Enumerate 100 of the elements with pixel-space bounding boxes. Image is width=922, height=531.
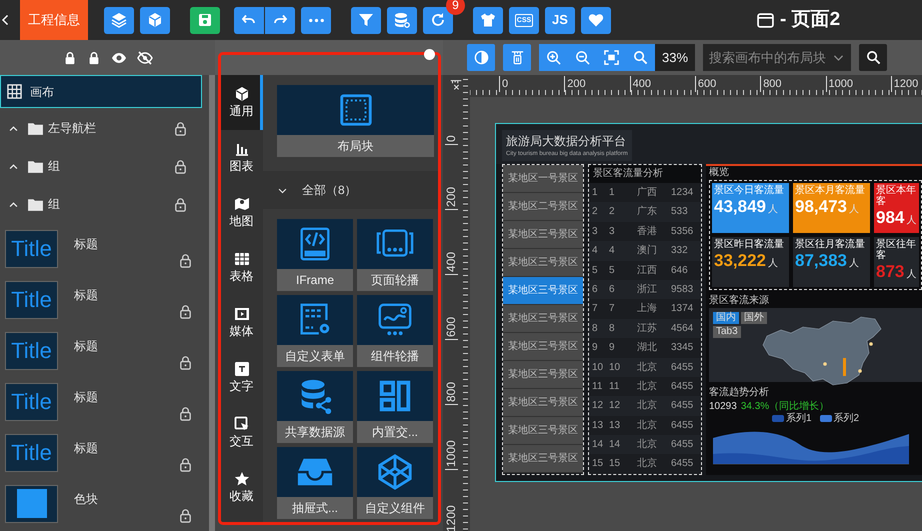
- scenic-spot-item[interactable]: 某地区一号景区: [503, 165, 583, 193]
- map-tab[interactable]: 国外: [741, 312, 767, 324]
- category-tab[interactable]: 文字: [220, 350, 263, 405]
- ruler-label: 600: [694, 76, 716, 92]
- filter-button[interactable]: [351, 6, 381, 34]
- block-search-select[interactable]: 搜索画布中的布局块: [703, 44, 851, 71]
- ruler-label: 400: [630, 76, 651, 92]
- layer-item[interactable]: Title 标题: [0, 274, 202, 325]
- layer-item[interactable]: Title 标题: [0, 325, 202, 376]
- table-cell-text: 6455: [671, 457, 694, 472]
- layers-button[interactable]: [104, 6, 134, 34]
- category-tab[interactable]: 表格: [220, 240, 263, 295]
- cube-button[interactable]: [140, 6, 170, 34]
- lock-button[interactable]: [63, 50, 77, 64]
- wireframe-cube-icon: [376, 453, 414, 491]
- lock-icon: [178, 355, 193, 370]
- category-tab[interactable]: 通用: [220, 75, 263, 130]
- theme-button[interactable]: [473, 6, 503, 34]
- lock-button[interactable]: [87, 50, 101, 64]
- table-cell-text: 北京: [637, 456, 658, 472]
- film-icon: [234, 306, 250, 322]
- table-cell-text: 11: [591, 380, 604, 394]
- database-button[interactable]: [387, 6, 417, 34]
- stat-unit: 人: [768, 204, 778, 215]
- undo-button[interactable]: [234, 6, 264, 34]
- save-button[interactable]: [190, 6, 220, 34]
- layer-item[interactable]: 组: [0, 147, 202, 185]
- scenic-spot-item[interactable]: 某地区三号景区: [503, 305, 583, 333]
- favorite-button[interactable]: [581, 6, 611, 34]
- stat-unit: 人: [768, 258, 778, 269]
- clear-guides-button[interactable]: [503, 44, 531, 71]
- scenic-spot-item[interactable]: 某地区三号景区: [503, 417, 583, 445]
- scenic-spot-item[interactable]: 某地区三号景区: [503, 389, 583, 417]
- stat-value: 43,849: [714, 197, 766, 216]
- scenic-spot-item[interactable]: 某地区三号景区: [503, 333, 583, 361]
- map-tab[interactable]: Tab3: [713, 326, 741, 338]
- scenic-spot-item[interactable]: 某地区三号景区: [503, 277, 583, 305]
- layer-item[interactable]: 组: [0, 185, 202, 223]
- hide-button[interactable]: [137, 50, 153, 66]
- table-cell-text: 6: [609, 282, 616, 297]
- table-cell-text: 2: [591, 205, 599, 220]
- refresh-button[interactable]: [423, 6, 453, 34]
- search-button[interactable]: [859, 44, 887, 71]
- lock-icon: [178, 253, 193, 268]
- section-header[interactable]: 全部（8）: [263, 171, 440, 209]
- more-button[interactable]: [301, 6, 331, 34]
- scenic-spot-item[interactable]: 某地区三号景区: [503, 445, 583, 473]
- layer-item[interactable]: Title 标题: [0, 376, 202, 427]
- scenic-spot-item[interactable]: 某地区三号景区: [503, 221, 583, 249]
- layer-item[interactable]: 左导航栏: [0, 109, 202, 147]
- project-info-tab[interactable]: 工程信息: [20, 0, 88, 40]
- category-tab[interactable]: 收藏: [220, 460, 263, 515]
- scenic-spot-item[interactable]: 某地区三号景区: [503, 249, 583, 277]
- layer-item[interactable]: Title 标题: [0, 223, 202, 274]
- map-tab[interactable]: 国内: [713, 312, 739, 324]
- map-pin-icon: [234, 196, 250, 212]
- category-tab[interactable]: 图表: [220, 130, 263, 185]
- tile-label: 共享数据源: [277, 421, 353, 443]
- zoom-in-icon: [546, 50, 561, 65]
- layer-label: 标题: [74, 286, 98, 304]
- legend-label: 系列2: [834, 413, 860, 424]
- fit-screen-icon: [604, 50, 619, 65]
- lock-icon: [178, 406, 193, 421]
- table-cell-text: 13: [591, 418, 604, 433]
- scenic-spot-item[interactable]: 某地区二号景区: [503, 193, 583, 221]
- trend-total: 10293: [709, 400, 737, 413]
- table-cell-text: 北京: [637, 418, 658, 433]
- table-cell-text: 3345: [671, 341, 694, 356]
- table-cell-text: 15: [609, 457, 622, 472]
- layer-item[interactable]: 色块: [0, 478, 202, 529]
- contrast-button[interactable]: [467, 44, 495, 71]
- layer-item[interactable]: 画布: [0, 75, 202, 108]
- ruler-label: 200: [445, 186, 458, 210]
- redo-button[interactable]: [265, 6, 295, 34]
- tile-label: 抽屉式...: [277, 497, 353, 519]
- title-thumbnail: Title: [5, 332, 58, 370]
- layer-item[interactable]: Title 标题: [0, 427, 202, 478]
- table-cell-text: 上海: [637, 302, 658, 316]
- window-icon: [757, 12, 774, 28]
- layer-label: 组: [48, 158, 60, 175]
- ruler-label: 1200: [890, 76, 918, 92]
- page-title: - 页面2: [780, 8, 840, 32]
- grid-icon: [7, 84, 22, 99]
- layer-label: 标题: [74, 338, 98, 354]
- table-cell-text: 533: [671, 205, 689, 220]
- scenic-spot-item[interactable]: 某地区三号景区: [503, 361, 583, 389]
- js-button[interactable]: JS: [545, 6, 575, 34]
- layer-label: 标题: [74, 388, 98, 406]
- lock-icon: [178, 457, 193, 472]
- save-icon: [197, 12, 213, 28]
- stat-unit: 人: [849, 204, 859, 215]
- table-cell-text: 14: [609, 438, 622, 452]
- category-tab[interactable]: 交互: [220, 405, 263, 460]
- table-cell-text: 5356: [671, 224, 694, 239]
- category-tab[interactable]: 媒体: [220, 295, 263, 350]
- category-tab[interactable]: 地图: [220, 185, 263, 240]
- search-icon: [866, 50, 880, 65]
- zoom-in-button[interactable]: [539, 44, 568, 71]
- zoom-search-button[interactable]: [626, 44, 655, 71]
- ruler-label: 800: [760, 76, 782, 92]
